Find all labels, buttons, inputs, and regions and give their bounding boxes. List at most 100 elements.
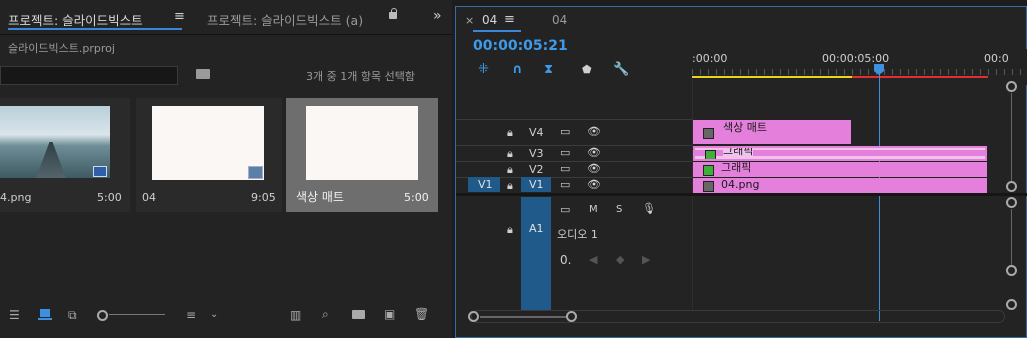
lock-icon[interactable]: 🔒︎ [507,179,513,193]
audio-scroll-top-handle[interactable] [1006,197,1017,208]
audio-scroll-track[interactable] [1011,209,1012,265]
freeform-view-icon[interactable]: ⧉ [68,309,77,321]
add-keyframe-icon[interactable]: ◆ [616,253,624,266]
track-target-v1[interactable]: V1 [521,177,551,192]
render-bar-red [852,76,988,78]
track-label-v1: V1 [529,178,544,191]
playhead-timecode[interactable]: 00:00:05:21 [473,38,568,54]
audio-scroll-bottom-handle[interactable] [1006,265,1017,276]
new-bin-icon[interactable] [352,310,365,319]
project-item-4png[interactable]: 4.png 5:00 [0,98,130,212]
eye-icon[interactable]: 👁︎ [587,125,601,138]
item-duration: 5:00 [404,191,429,204]
tab-divider [0,34,452,35]
timeline-panel: × 04 ≡ 04 00:00:05:21 ⁜ ∩ ⧗ ⬟ 🔧 :00:00 0… [455,6,1027,338]
linked-selection-icon[interactable]: ⧗ [544,62,553,77]
lock-icon[interactable]: 🔒︎ [507,126,513,140]
lock-icon[interactable]: 🔒︎ [507,223,513,237]
matte-thumbnail [306,106,418,180]
add-marker-icon[interactable]: ⬟ [582,63,592,76]
project-item-color-matte[interactable]: 색상 매트 5:00 [286,98,438,212]
track-target-a1[interactable]: A1 [521,197,551,311]
icon-view-icon[interactable] [40,309,50,317]
new-bin-search-icon[interactable] [196,69,210,79]
sync-lock-icon[interactable]: ▭ [560,178,570,191]
clip-label: 그래픽 [721,162,752,174]
zoom-scroll-right-handle[interactable] [566,311,577,322]
eye-icon[interactable]: 👁︎ [587,162,601,175]
clip-label: 04.png [721,178,760,191]
track-divider [456,119,692,120]
clip-04png[interactable]: 04.png [693,178,987,193]
sync-lock-icon[interactable]: ▭ [560,203,570,216]
selection-count: 3개 중 1개 항목 선택함 [306,70,415,83]
item-name: 4.png [0,191,32,204]
project-tab-active[interactable]: 프로젝트: 슬라이드빅스트 [8,10,143,29]
zoom-slider-handle[interactable] [97,310,108,321]
zoom-scroll-bar[interactable] [480,316,566,318]
next-keyframe-icon[interactable]: ▶ [642,253,650,266]
source-patch-v1[interactable]: V1 [468,177,500,192]
prev-keyframe-icon[interactable]: ◀ [589,253,597,266]
active-tab-underline [473,30,521,32]
list-view-icon[interactable]: ☰ [9,309,20,321]
eye-icon[interactable]: 👁︎ [587,146,601,159]
snap-magnet-icon[interactable]: ∩ [512,62,523,77]
panel-menu-icon[interactable]: ≡ [174,9,185,24]
sync-lock-icon[interactable]: ▭ [560,162,570,175]
ruler-ticks [692,69,1027,75]
zoom-scroll-left-handle[interactable] [468,311,479,322]
active-tab-underline [8,28,182,30]
sync-lock-icon[interactable]: ▭ [560,125,570,138]
panel-menu-icon[interactable]: ≡ [504,12,515,27]
wrench-settings-icon[interactable]: 🔧 [613,62,629,77]
zoom-slider-track[interactable] [109,314,165,315]
project-item-04[interactable]: 04 9:05 [136,98,282,212]
sort-icon[interactable]: ≡ [186,309,196,321]
lock-icon[interactable]: 🔒︎ [507,147,513,161]
clip-color-matte[interactable]: 색상 매트 [693,120,851,144]
track-label-a1: A1 [529,222,544,235]
solo-button[interactable]: S [616,204,622,215]
find-icon[interactable]: ⌕ [322,308,329,320]
rendered-bar-yellow [692,76,852,78]
time-ruler[interactable]: :00:00 00:00:05:00 00:0 [692,49,1027,85]
track-label-v2[interactable]: V2 [529,163,544,176]
search-input[interactable] [0,66,178,85]
video-audio-divider [456,193,1027,196]
track-divider [456,145,692,146]
overflow-chevron-icon[interactable]: » [433,8,442,24]
video-scroll-bottom-handle[interactable] [1006,181,1017,192]
sequence-tab-active[interactable]: 04 [482,13,497,27]
fx-badge-icon [703,181,714,192]
sort-chevron-down-icon[interactable]: ⌄ [210,309,218,321]
track-label-v3[interactable]: V3 [529,147,544,160]
sequence-tab-inactive[interactable]: 04 [552,13,567,27]
new-item-icon[interactable]: ▣ [384,308,395,320]
ruler-label: 00:00:05:00 [822,52,890,65]
trash-icon[interactable]: 🗑 [414,308,429,320]
project-tab-inactive[interactable]: 프로젝트: 슬라이드빅스트 (a) [207,10,363,29]
eye-icon[interactable]: 👁︎ [587,178,601,191]
mute-button[interactable]: M [589,204,598,215]
project-file-name: 슬라이드빅스트.prproj [8,42,115,55]
sync-lock-icon[interactable]: ▭ [560,146,570,159]
microphone-icon[interactable]: 🎙︎ [642,202,656,215]
volume-keyframe-icon[interactable]: 0. [560,253,571,267]
clip-graphic-v2[interactable]: 그래픽 [693,162,987,177]
audio-scroll-end-handle[interactable] [1006,299,1017,310]
ruler-label: :00:00 [692,52,728,65]
clip-label: 그래픽 [723,148,754,158]
lock-icon[interactable]: 🔒︎ [507,163,513,177]
close-tab-icon[interactable]: × [465,14,474,27]
video-scroll-top-handle[interactable] [1006,81,1017,92]
project-panel: 프로젝트: 슬라이드빅스트 ≡ 프로젝트: 슬라이드빅스트 (a) » 슬라이드… [0,0,452,338]
insert-sequence-nest-icon[interactable]: ⁜ [478,62,489,77]
playhead-line [879,73,880,321]
fx-badge-icon [705,150,716,159]
clip-graphic-v3[interactable]: 그래픽 [693,146,987,161]
video-scroll-track[interactable] [1011,93,1012,181]
item-duration: 9:05 [251,191,276,204]
automate-to-sequence-icon[interactable]: ▥ [290,309,301,321]
track-label-v4[interactable]: V4 [529,126,544,139]
